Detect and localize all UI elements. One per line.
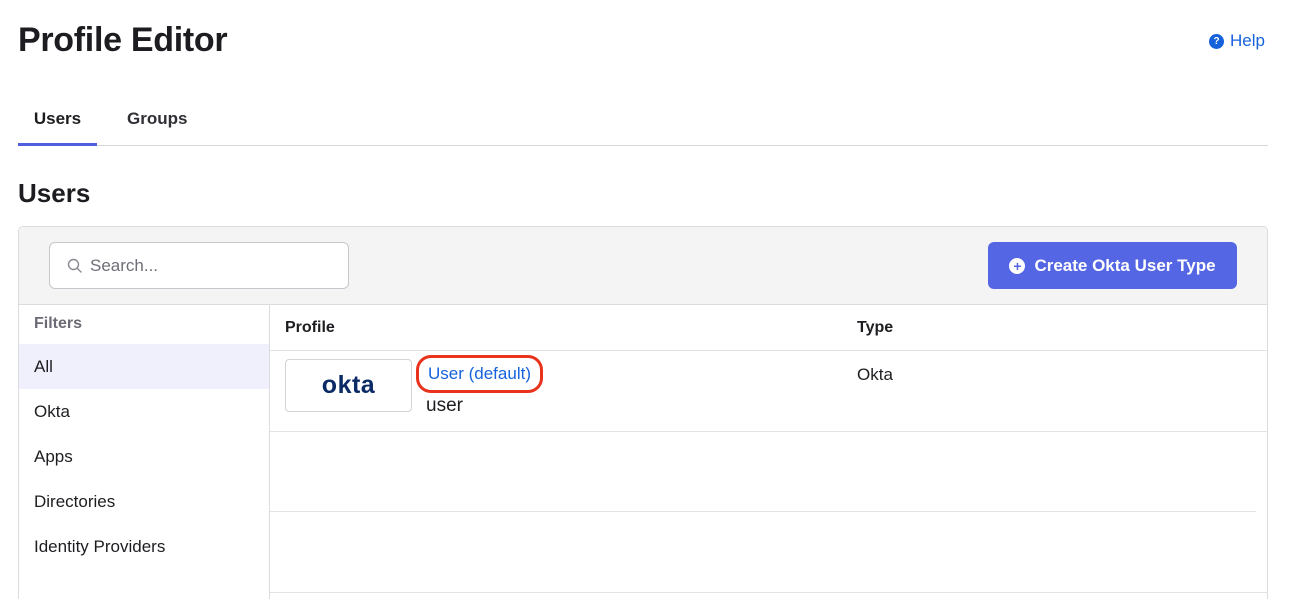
create-button-label: Create Okta User Type <box>1034 255 1216 275</box>
profile-variable-name: user <box>426 395 463 416</box>
tab-users[interactable]: Users <box>18 96 97 146</box>
filter-all[interactable]: All <box>19 344 269 389</box>
filters-title: Filters <box>34 315 83 332</box>
tab-bar: Users Groups <box>18 96 1268 146</box>
filter-okta[interactable]: Okta <box>19 389 269 434</box>
create-okta-user-type-button[interactable]: + Create Okta User Type <box>988 242 1237 289</box>
profile-type: Okta <box>857 365 893 384</box>
help-label: Help <box>1230 31 1265 50</box>
panel-toolbar: + Create Okta User Type <box>19 227 1267 305</box>
filter-apps[interactable]: Apps <box>19 434 269 479</box>
row-divider <box>270 592 1267 593</box>
header-divider <box>270 350 1267 351</box>
tab-groups[interactable]: Groups <box>97 96 202 146</box>
search-input[interactable] <box>90 255 330 276</box>
help-link[interactable]: ? Help <box>1209 31 1265 51</box>
section-title: Users <box>18 178 91 208</box>
search-box[interactable] <box>49 242 349 289</box>
row-divider <box>270 511 1256 512</box>
profiles-panel: + Create Okta User Type Filters All Okta… <box>18 226 1268 599</box>
filter-identity-providers[interactable]: Identity Providers <box>19 524 269 569</box>
column-header-profile: Profile <box>285 319 335 336</box>
column-header-type: Type <box>857 319 894 336</box>
page-title: Profile Editor <box>18 21 228 59</box>
okta-logo: okta <box>285 359 412 412</box>
search-icon <box>66 257 84 275</box>
row-divider <box>270 431 1267 432</box>
plus-circle-icon: + <box>1009 257 1026 274</box>
help-icon: ? <box>1209 33 1224 49</box>
profile-link-user-default[interactable]: User (default) <box>416 355 543 393</box>
okta-logo-text: okta <box>321 371 376 399</box>
filter-directories[interactable]: Directories <box>19 479 269 524</box>
filters-sidebar: Filters All Okta Apps Directories Identi… <box>19 305 270 599</box>
